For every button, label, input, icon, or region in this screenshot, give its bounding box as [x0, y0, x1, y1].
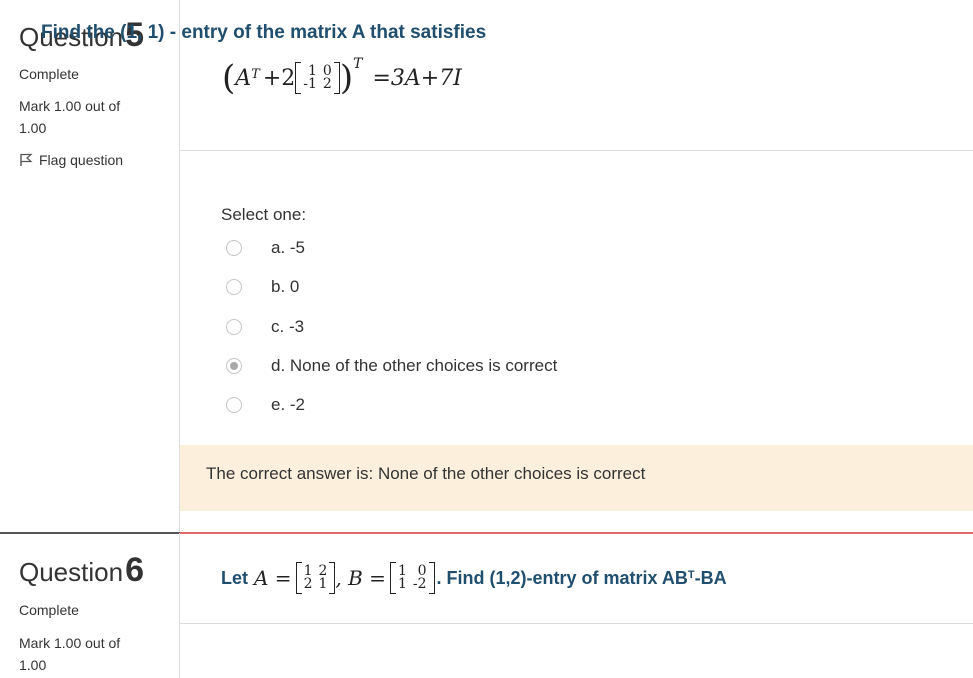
question-6-title: Question6 [19, 551, 144, 590]
transpose-sup: T [251, 66, 260, 82]
option-b[interactable]: b. 0 [226, 277, 299, 297]
question-6-instruction-end: -BA [694, 567, 727, 588]
radio-option-a[interactable] [226, 240, 242, 256]
question-6-status: Complete [19, 602, 79, 618]
question-5-info: Question5 Complete Mark 1.00 out of 1.00… [0, 0, 180, 533]
option-d[interactable]: d. None of the other choices is correct [226, 356, 557, 376]
matrix-a: 12 21 [295, 562, 336, 594]
paren-close: ) [339, 58, 354, 98]
option-label: d. None of the other choices is correct [271, 356, 558, 375]
question-5-mark: Mark 1.00 out of 1.00 [19, 95, 120, 139]
option-a[interactable]: a. -5 [226, 238, 305, 258]
matrix-b: 11 0 -2 [389, 562, 435, 594]
question-5-text: Find the (1, 1) - entry of the matrix A … [41, 22, 487, 43]
transpose-sup: T [687, 569, 695, 581]
feedback-box: The correct answer is: None of the other… [180, 445, 973, 511]
select-one-label: Select one: [221, 205, 307, 224]
divider [180, 623, 973, 624]
option-label: c. -3 [271, 317, 305, 336]
b-label: , B = [335, 566, 386, 590]
divider [180, 150, 973, 151]
question-number: 6 [125, 551, 144, 589]
question-5-equation: ( AT +2 1 -1 02 ) T =3A+7I [222, 56, 462, 100]
option-c[interactable]: c. -3 [226, 317, 304, 337]
var-a: A [235, 65, 252, 91]
flag-question-button[interactable]: Flag question [19, 152, 123, 168]
paren-open: ( [222, 58, 236, 98]
radio-option-b[interactable] [226, 279, 242, 295]
outer-transpose-sup: T [353, 56, 363, 72]
option-label: b. 0 [271, 277, 300, 296]
mark-value: 1.00 [19, 657, 47, 673]
question-6-info: Question6 Complete Mark 1.00 out of 1.00 [0, 533, 180, 678]
radio-option-d[interactable] [226, 358, 242, 374]
question-6-text: Let A = 12 21 , B = 11 0 -2 . Find (1,2)-… [221, 556, 727, 600]
question-5-status: Complete [19, 66, 79, 82]
question-6-instruction: . Find (1,2)-entry of matrix AB [436, 567, 688, 588]
a-label: A = [254, 566, 292, 590]
mark-text: Mark 1.00 out of [19, 98, 121, 114]
mark-text: Mark 1.00 out of [19, 635, 121, 651]
flag-icon [20, 153, 33, 166]
plus-two: +2 [262, 65, 296, 91]
question-6-mark: Mark 1.00 out of 1.00 [19, 632, 120, 676]
equation-rhs: =3A+7I [372, 65, 462, 91]
question-label: Question [19, 557, 124, 587]
matrix-m: 1 -1 02 [295, 62, 340, 94]
feedback-text: The correct answer is: None of the other… [206, 464, 646, 483]
radio-option-e[interactable] [226, 397, 242, 413]
let-word: Let [221, 567, 248, 588]
radio-option-c[interactable] [226, 319, 242, 335]
option-label: a. -5 [271, 238, 306, 257]
option-e[interactable]: e. -2 [226, 395, 305, 415]
flag-label: Flag question [39, 152, 124, 168]
question-separator-right [180, 532, 973, 534]
mark-value: 1.00 [19, 120, 47, 136]
option-label: e. -2 [271, 395, 306, 414]
